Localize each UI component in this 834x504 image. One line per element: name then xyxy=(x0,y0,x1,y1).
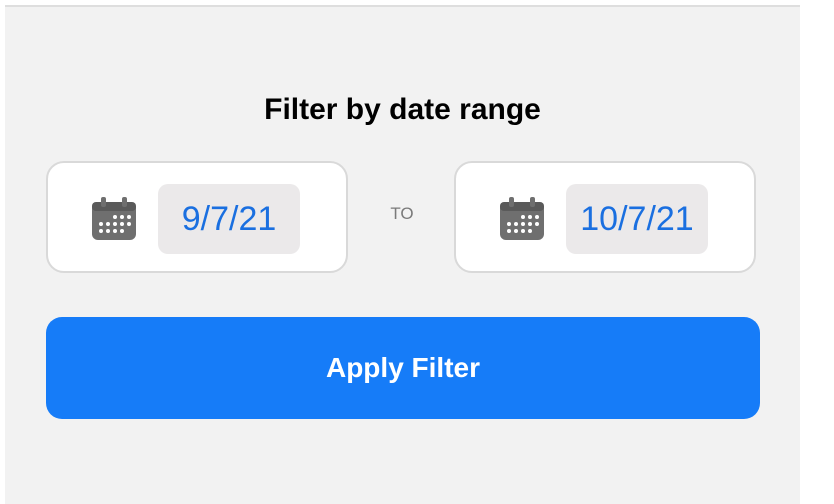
end-date-picker[interactable]: 10/7/21 xyxy=(454,161,756,273)
calendar-icon xyxy=(500,197,544,240)
end-date-field[interactable]: 10/7/21 xyxy=(566,184,708,254)
page-title: Filter by date range xyxy=(264,93,541,126)
start-date-field[interactable]: 9/7/21 xyxy=(158,184,300,254)
apply-filter-button[interactable]: Apply Filter xyxy=(46,317,760,419)
filter-panel: Filter by date range 9/7/21 TO 10/7/21 A… xyxy=(5,5,800,504)
range-separator: TO xyxy=(390,204,414,223)
calendar-icon xyxy=(92,197,136,240)
start-date-picker[interactable]: 9/7/21 xyxy=(46,161,348,273)
